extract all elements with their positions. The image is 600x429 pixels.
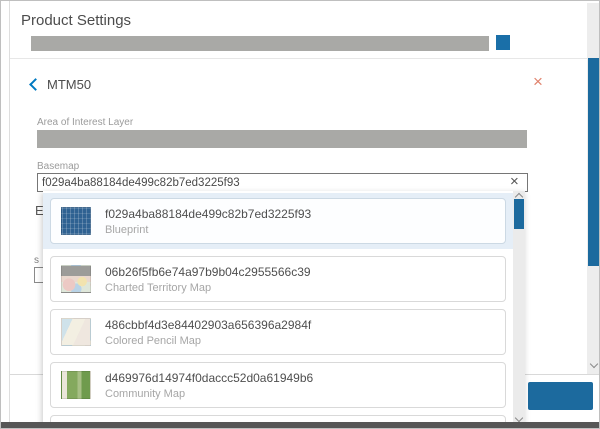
product-settings-window: Product Settings MTM50 × Area of Interes… [0, 0, 600, 429]
chevron-down-icon[interactable] [590, 360, 598, 368]
aoi-layer-label: Area of Interest Layer [37, 117, 133, 128]
primary-action-button[interactable] [528, 382, 593, 410]
window-scrollbar-thumb[interactable] [588, 58, 599, 266]
basemap-option-name: Colored Pencil Map [105, 335, 311, 347]
basemap-option-card[interactable]: f029a4ba88184de499c82b7ed3225f93 Blueprin… [50, 198, 506, 244]
dropdown-scrollbar[interactable] [513, 191, 525, 429]
obscured-label-fragment: s [34, 255, 39, 266]
basemap-option[interactable]: d469976d14974f0daccc52d0a61949b6 Communit… [50, 362, 506, 408]
basemap-option-id: d469976d14974f0daccc52d0a61949b6 [105, 371, 313, 385]
chevron-down-icon[interactable] [515, 414, 523, 422]
basemap-dropdown-list: f029a4ba88184de499c82b7ed3225f93 Blueprin… [43, 191, 513, 408]
basemap-option-card[interactable]: d469976d14974f0daccc52d0a61949b6 Communit… [50, 362, 506, 408]
basemap-option[interactable]: f029a4ba88184de499c82b7ed3225f93 Blueprin… [43, 193, 513, 249]
bottom-window-edge [1, 422, 600, 429]
basemap-option-name: Community Map [105, 388, 313, 400]
basemap-option-id: f029a4ba88184de499c82b7ed3225f93 [105, 207, 311, 221]
back-label: MTM50 [47, 77, 91, 92]
chevron-left-icon [29, 78, 42, 91]
charted-territory-thumbnail [61, 265, 91, 293]
basemap-input[interactable] [37, 173, 528, 192]
header-divider [10, 58, 587, 59]
basemap-option-id: 06b26f5fb6e74a97b9b04c2955566c39 [105, 265, 311, 279]
dropdown-scrollbar-thumb[interactable] [514, 199, 524, 229]
community-thumbnail [61, 371, 91, 399]
page-title: Product Settings [21, 12, 131, 29]
basemap-option-card[interactable]: 06b26f5fb6e74a97b9b04c2955566c39 Charted … [50, 256, 506, 302]
basemap-option-name: Charted Territory Map [105, 282, 311, 294]
back-button[interactable]: MTM50 [31, 76, 91, 92]
basemap-option-id: 486cbbf4d3e84402903a656396a2984f [105, 318, 311, 332]
basemap-dropdown: f029a4ba88184de499c82b7ed3225f93 Blueprin… [43, 191, 525, 429]
close-button[interactable]: × [533, 73, 543, 90]
aoi-layer-input-redacted[interactable] [37, 130, 527, 148]
window-scrollbar[interactable] [587, 3, 600, 374]
blueprint-thumbnail [61, 207, 91, 235]
basemap-option-card[interactable]: 486cbbf4d3e84402903a656396a2984f Colored … [50, 309, 506, 355]
basemap-option-name: Blueprint [105, 224, 311, 236]
colored-pencil-thumbnail [61, 318, 91, 346]
basemap-option[interactable]: 486cbbf4d3e84402903a656396a2984f Colored … [50, 309, 506, 355]
clear-input-icon[interactable]: × [510, 173, 519, 191]
redacted-field-bar [31, 36, 489, 51]
blue-marker-square [496, 35, 510, 50]
panel-left-border [9, 1, 10, 422]
basemap-label: Basemap [37, 161, 79, 172]
basemap-option[interactable]: 06b26f5fb6e74a97b9b04c2955566c39 Charted … [50, 256, 506, 302]
